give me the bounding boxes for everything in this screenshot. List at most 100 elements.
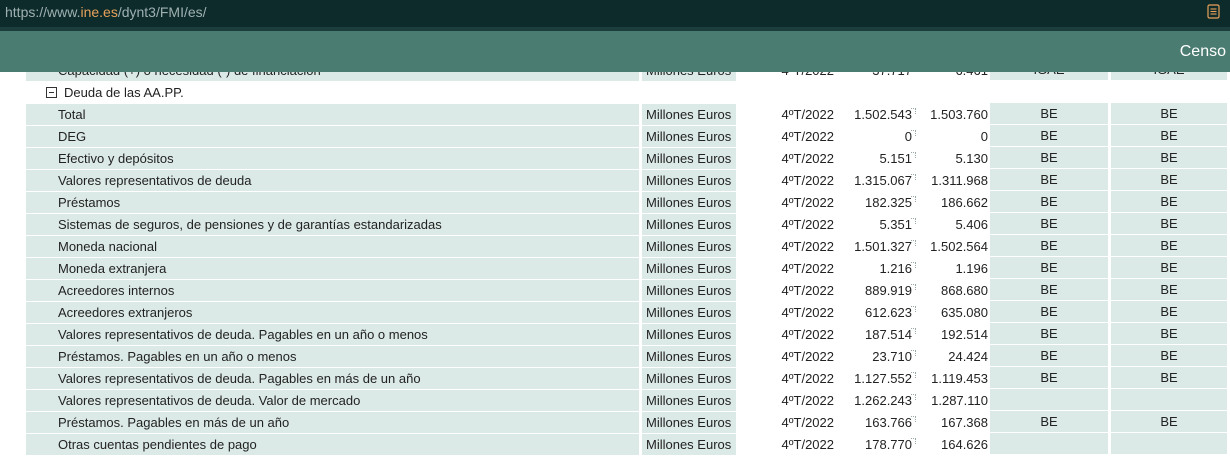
reader-mode-icon[interactable] bbox=[1207, 4, 1220, 19]
row-period: 4ºT/2022 bbox=[781, 195, 834, 210]
row-source-2: BE bbox=[1111, 345, 1227, 366]
row-label[interactable]: Sistemas de seguros, de pensiones y de g… bbox=[26, 214, 639, 235]
row-source-1: BE bbox=[990, 367, 1108, 388]
row-label[interactable]: Valores representativos de deuda. Pagabl… bbox=[26, 324, 639, 345]
row-value-1-text: 182.325 bbox=[865, 195, 912, 210]
row-value-2: 1.502.564 bbox=[930, 239, 988, 254]
row-value-1[interactable]: 1.315.067 bbox=[838, 170, 916, 191]
row-unit: Millones Euros bbox=[642, 170, 736, 191]
row-unit: Millones Euros bbox=[642, 214, 736, 235]
row-source-1: BE bbox=[990, 147, 1108, 168]
table-row: Efectivo y depósitos Millones Euros 4ºT/… bbox=[0, 147, 1230, 169]
row-value-1[interactable]: 1.501.327 bbox=[838, 236, 916, 257]
row-value-1[interactable]: 1.262.243 bbox=[838, 390, 916, 411]
row-value-1-text: 187.514 bbox=[865, 327, 912, 342]
row-unit: Millones Euros bbox=[642, 126, 736, 147]
row-unit: Millones Euros bbox=[642, 258, 736, 279]
row-label[interactable]: Préstamos bbox=[26, 192, 639, 213]
row-value-1[interactable]: 178.770 bbox=[838, 434, 916, 455]
row-value-1-text: 1.127.552 bbox=[854, 371, 912, 386]
table-row: Otras cuentas pendientes de pago Millone… bbox=[0, 433, 1230, 455]
row-value-1-text: 612.623 bbox=[865, 305, 912, 320]
row-value-2: 5.130 bbox=[955, 151, 988, 166]
table-row: Moneda nacional Millones Euros 4ºT/2022 … bbox=[0, 235, 1230, 257]
row-source-2: BE bbox=[1111, 301, 1227, 322]
row-label[interactable]: Valores representativos de deuda. Pagabl… bbox=[26, 368, 639, 389]
row-source-1: BE bbox=[990, 301, 1108, 322]
section-label: Deuda de las AA.PP. bbox=[64, 85, 184, 100]
row-source-2: BE bbox=[1111, 235, 1227, 256]
row-unit: Millones Euros bbox=[642, 412, 736, 433]
row-period: 4ºT/2022 bbox=[781, 393, 834, 408]
row-unit: Millones Euros bbox=[642, 104, 736, 125]
row-label[interactable]: Acreedores extranjeros bbox=[26, 302, 639, 323]
row-value-2: 164.626 bbox=[941, 437, 988, 452]
row-source-1: BE bbox=[990, 103, 1108, 124]
collapse-minus-icon[interactable] bbox=[46, 87, 57, 99]
row-value-2: 192.514 bbox=[941, 327, 988, 342]
row-value-2: 1.503.760 bbox=[930, 107, 988, 122]
row-value-1[interactable]: 163.766 bbox=[838, 412, 916, 433]
row-value-1[interactable]: 5.351 bbox=[838, 214, 916, 235]
row-source-1: BE bbox=[990, 345, 1108, 366]
row-label[interactable]: Acreedores internos bbox=[26, 280, 639, 301]
site-header: Censo bbox=[0, 31, 1230, 72]
row-value-1-text: 1.501.327 bbox=[854, 239, 912, 254]
row-value-1[interactable]: 187.514 bbox=[838, 324, 916, 345]
section-header[interactable]: Deuda de las AA.PP. bbox=[46, 82, 184, 103]
row-source-1: BE bbox=[990, 323, 1108, 344]
row-source-1: BE bbox=[990, 279, 1108, 300]
row-value-1[interactable]: 5.151 bbox=[838, 148, 916, 169]
row-source-1: BE bbox=[990, 411, 1108, 432]
row-value-1[interactable]: 23.710 bbox=[838, 346, 916, 367]
row-value-1[interactable]: 0 bbox=[838, 126, 916, 147]
row-label[interactable]: Moneda extranjera bbox=[26, 258, 639, 279]
row-period: 4ºT/2022 bbox=[781, 107, 834, 122]
row-label[interactable]: Préstamos. Pagables en un año o menos bbox=[26, 346, 639, 367]
row-value-1[interactable]: 889.919 bbox=[838, 280, 916, 301]
row-label[interactable]: DEG bbox=[26, 126, 639, 147]
row-unit: Millones Euros bbox=[642, 324, 736, 345]
row-label[interactable]: Efectivo y depósitos bbox=[26, 148, 639, 169]
table-row: Préstamos. Pagables en un año o menos Mi… bbox=[0, 345, 1230, 367]
row-label[interactable]: Valores representativos de deuda bbox=[26, 170, 639, 191]
row-label[interactable]: Préstamos. Pagables en más de un año bbox=[26, 412, 639, 433]
row-source-2: BE bbox=[1111, 191, 1227, 212]
row-source-2: BE bbox=[1111, 103, 1227, 124]
nav-link-censo[interactable]: Censo bbox=[1180, 43, 1226, 61]
row-value-1[interactable]: 1.502.543 bbox=[838, 104, 916, 125]
row-source-2: BE bbox=[1111, 213, 1227, 234]
row-period: 4ºT/2022 bbox=[781, 151, 834, 166]
row-source-2: BE bbox=[1111, 279, 1227, 300]
row-source-1: BE bbox=[990, 257, 1108, 278]
row-label[interactable]: Moneda nacional bbox=[26, 236, 639, 257]
row-period: 4ºT/2022 bbox=[781, 217, 834, 232]
row-value-1[interactable]: 182.325 bbox=[838, 192, 916, 213]
row-value-1[interactable]: 1.216 bbox=[838, 258, 916, 279]
row-value-1[interactable]: 612.623 bbox=[838, 302, 916, 323]
row-source-2 bbox=[1111, 433, 1227, 454]
row-value-1-text: 5.351 bbox=[879, 217, 912, 232]
section-row-deuda[interactable]: Deuda de las AA.PP. bbox=[0, 81, 1230, 103]
row-label[interactable]: Otras cuentas pendientes de pago bbox=[26, 434, 639, 455]
row-value-1-text: 889.919 bbox=[865, 283, 912, 298]
row-period: 4ºT/2022 bbox=[781, 415, 834, 430]
row-period: 4ºT/2022 bbox=[781, 261, 834, 276]
row-label[interactable]: Total bbox=[26, 104, 639, 125]
row-container: Total Millones Euros 4ºT/2022 1.502.543 … bbox=[0, 103, 1230, 455]
row-source-1: BE bbox=[990, 213, 1108, 234]
row-unit: Millones Euros bbox=[642, 148, 736, 169]
row-label[interactable]: Valores representativos de deuda. Valor … bbox=[26, 390, 639, 411]
row-value-1[interactable]: 1.127.552 bbox=[838, 368, 916, 389]
row-value-2: 1.196 bbox=[955, 261, 988, 276]
row-period: 4ºT/2022 bbox=[781, 327, 834, 342]
row-source-2: BE bbox=[1111, 367, 1227, 388]
row-unit: Millones Euros bbox=[642, 280, 736, 301]
url-text[interactable]: https://www.ine.es/dynt3/FMI/es/ bbox=[5, 4, 207, 20]
row-value-2: 186.662 bbox=[941, 195, 988, 210]
row-source-2: BE bbox=[1111, 125, 1227, 146]
row-value-2: 0 bbox=[980, 129, 988, 144]
url-domain: ine.es bbox=[80, 4, 118, 20]
address-bar[interactable]: https://www.ine.es/dynt3/FMI/es/ bbox=[0, 0, 1230, 27]
row-source-2: BE bbox=[1111, 411, 1227, 432]
